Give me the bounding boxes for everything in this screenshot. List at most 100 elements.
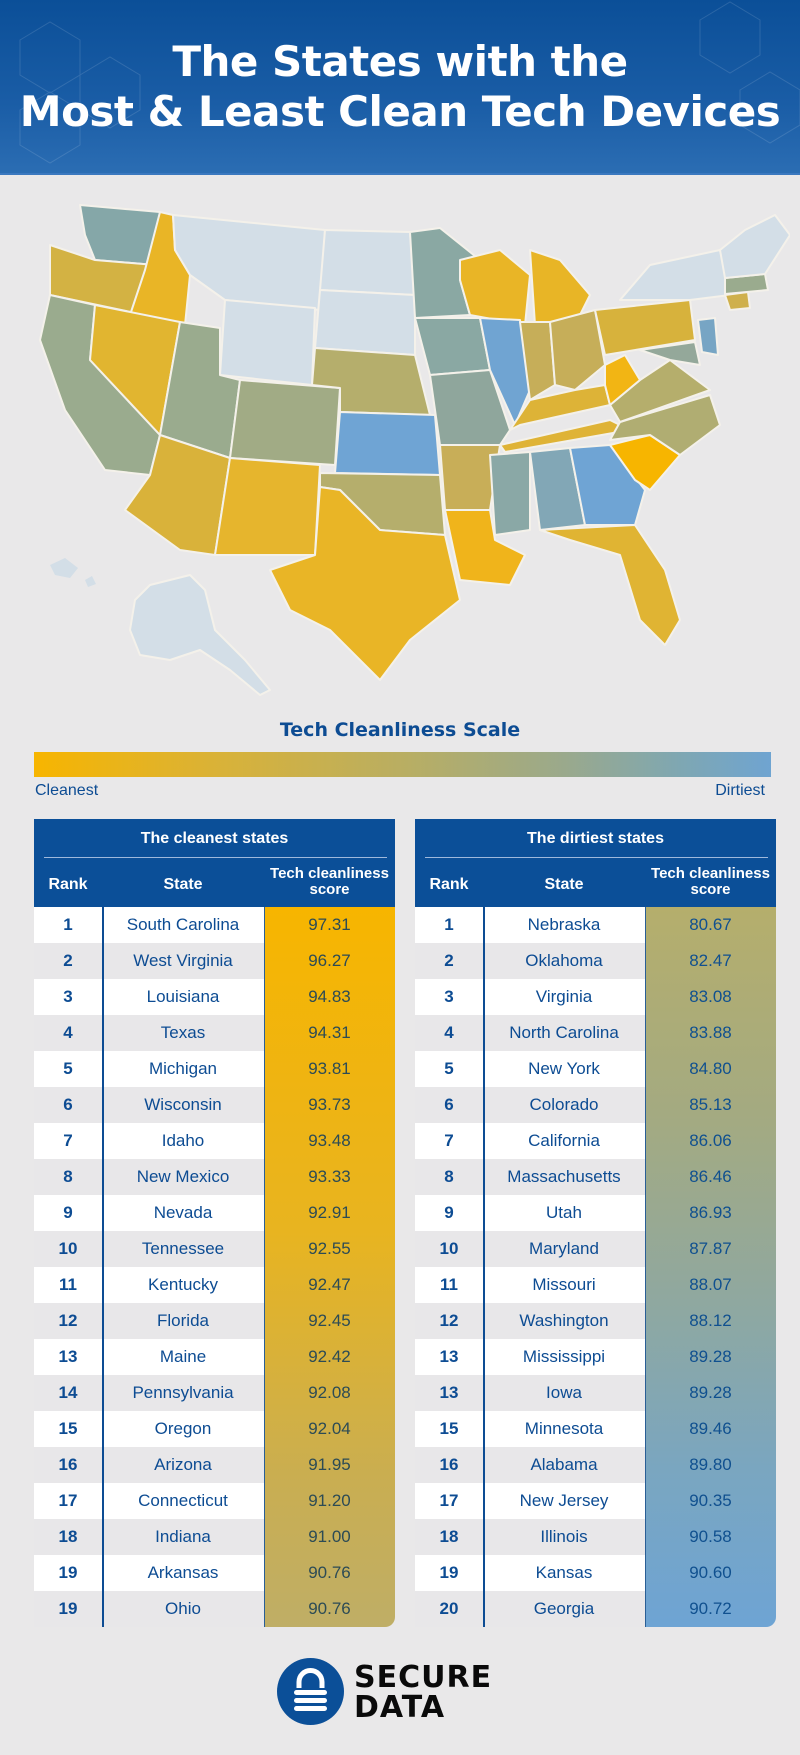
rank-cell: 17: [439, 1491, 459, 1510]
table-row: 7 Idaho 93.48: [34, 1123, 395, 1159]
state-cell: Iowa: [546, 1383, 582, 1402]
rank-cell: 16: [58, 1455, 78, 1474]
table-row: 6 Colorado 85.13: [415, 1087, 776, 1123]
score-cell: 94.31: [308, 1023, 351, 1042]
rank-cell: 5: [63, 1059, 73, 1078]
score-cell: 92.91: [308, 1203, 351, 1222]
rank-cell: 4: [444, 1023, 454, 1042]
score-cell: 90.76: [308, 1563, 351, 1582]
score-cell: 93.73: [308, 1095, 351, 1114]
table-row: 19 Ohio 90.76: [34, 1591, 395, 1627]
scale-title: Tech Cleanliness Scale: [279, 719, 521, 741]
state-cell: Massachusetts: [507, 1167, 621, 1186]
rank-cell: 10: [58, 1239, 78, 1258]
rank-cell: 6: [444, 1095, 454, 1114]
score-cell: 88.07: [689, 1275, 732, 1294]
state-north-dakota: [319, 229, 416, 296]
rank-cell: 13: [58, 1347, 78, 1366]
rank-cell: 13: [439, 1383, 459, 1402]
score-cell: 87.87: [689, 1239, 732, 1258]
table-row: 18 Illinois 90.58: [415, 1519, 776, 1555]
rank-cell: 14: [58, 1383, 78, 1402]
state-cell: Maine: [159, 1347, 207, 1366]
state-cell: Indiana: [155, 1527, 211, 1546]
rank-cell: 20: [439, 1599, 459, 1618]
state-cell: Oregon: [154, 1419, 212, 1438]
table-row: 13 Mississippi 89.28: [415, 1339, 776, 1375]
secure-data-logo: SECURE DATA: [277, 1658, 537, 1728]
table-row: 10 Tennessee 92.55: [34, 1231, 395, 1267]
table-row: 20 Georgia 90.72: [415, 1591, 776, 1627]
table-row: 15 Minnesota 89.46: [415, 1411, 776, 1447]
logo-text-data: DATA: [354, 1690, 446, 1725]
state-cell: Nevada: [153, 1203, 213, 1222]
rank-cell: 2: [63, 951, 73, 970]
table-row: 1 Nebraska 80.67: [415, 907, 776, 943]
score-cell: 86.06: [689, 1131, 732, 1150]
state-cell: New York: [528, 1059, 600, 1078]
score-cell: 89.28: [689, 1347, 732, 1366]
state-cell: North Carolina: [509, 1023, 619, 1042]
scale-label-dirtiest: Dirtiest: [715, 782, 765, 799]
column-divider: [102, 907, 104, 1627]
state-wisconsin: [459, 249, 531, 326]
score-cell: 83.88: [689, 1023, 732, 1042]
table-body: 1 Nebraska 80.67 2 Oklahoma 82.47 3 Virginia 83.…: [415, 907, 776, 1627]
rank-cell: 15: [58, 1419, 78, 1438]
table-row: 13 Maine 92.42: [34, 1339, 395, 1375]
score-cell: 90.35: [689, 1491, 732, 1510]
table-row: 4 Texas 94.31: [34, 1015, 395, 1051]
state-cell: Idaho: [161, 1131, 205, 1150]
score-cell: 91.20: [308, 1491, 351, 1510]
rank-cell: 18: [439, 1527, 459, 1546]
rank-cell: 6: [63, 1095, 73, 1114]
table-row: 8 New Mexico 93.33: [34, 1159, 395, 1195]
state-cell: Nebraska: [527, 915, 601, 934]
rank-cell: 12: [439, 1311, 459, 1330]
rank-cell: 15: [439, 1419, 459, 1438]
score-cell: 92.55: [308, 1239, 351, 1258]
rank-cell: 19: [58, 1599, 78, 1618]
score-cell: 90.58: [689, 1527, 732, 1546]
table-row: 1 South Carolina 97.31: [34, 907, 395, 943]
table-row: 19 Arkansas 90.76: [34, 1555, 395, 1591]
table-header: The dirtiest states Rank State Tech clea…: [415, 819, 776, 907]
score-cell: 89.80: [689, 1455, 732, 1474]
state-cell: Virginia: [535, 987, 593, 1006]
map-svg: [39, 204, 791, 696]
state-new-york: [619, 249, 731, 301]
rank-cell: 7: [63, 1131, 73, 1150]
state-cell: Minnesota: [524, 1419, 604, 1438]
rank-cell: 19: [439, 1563, 459, 1582]
page-title-line-1: The States with the: [172, 36, 628, 86]
score-cell: 90.60: [689, 1563, 732, 1582]
rank-cell: 8: [444, 1167, 454, 1186]
rank-cell: 12: [58, 1311, 78, 1330]
score-cell: 86.93: [689, 1203, 732, 1222]
score-cell: 92.45: [308, 1311, 351, 1330]
state-iowa: [414, 317, 491, 376]
score-cell: 91.95: [308, 1455, 351, 1474]
table-row: 19 Kansas 90.60: [415, 1555, 776, 1591]
rank-cell: 9: [444, 1203, 454, 1222]
state-new-england-north: [719, 214, 791, 279]
table-title: The cleanest states: [140, 830, 289, 847]
state-florida: [539, 524, 681, 646]
score-cell: 83.08: [689, 987, 732, 1006]
score-cell: 92.04: [308, 1419, 351, 1438]
cleanest-states-table: The cleanest states Rank State Tech clea…: [34, 819, 395, 1627]
table-row: 13 Iowa 89.28: [415, 1375, 776, 1411]
state-cell: West Virginia: [133, 951, 233, 970]
table-body: 1 South Carolina 97.31 2 West Virginia 96.27 3…: [34, 907, 395, 1627]
state-cell: New Mexico: [136, 1167, 230, 1186]
state-cell: California: [528, 1131, 600, 1150]
rank-cell: 5: [444, 1059, 454, 1078]
table-row: 12 Florida 92.45: [34, 1303, 395, 1339]
state-cell: Kentucky: [148, 1275, 218, 1294]
rank-cell: 16: [439, 1455, 459, 1474]
state-new-mexico: [214, 457, 321, 556]
table-row: 7 California 86.06: [415, 1123, 776, 1159]
us-choropleth-map: [30, 190, 791, 710]
rank-cell: 10: [439, 1239, 459, 1258]
score-cell: 89.46: [689, 1419, 732, 1438]
